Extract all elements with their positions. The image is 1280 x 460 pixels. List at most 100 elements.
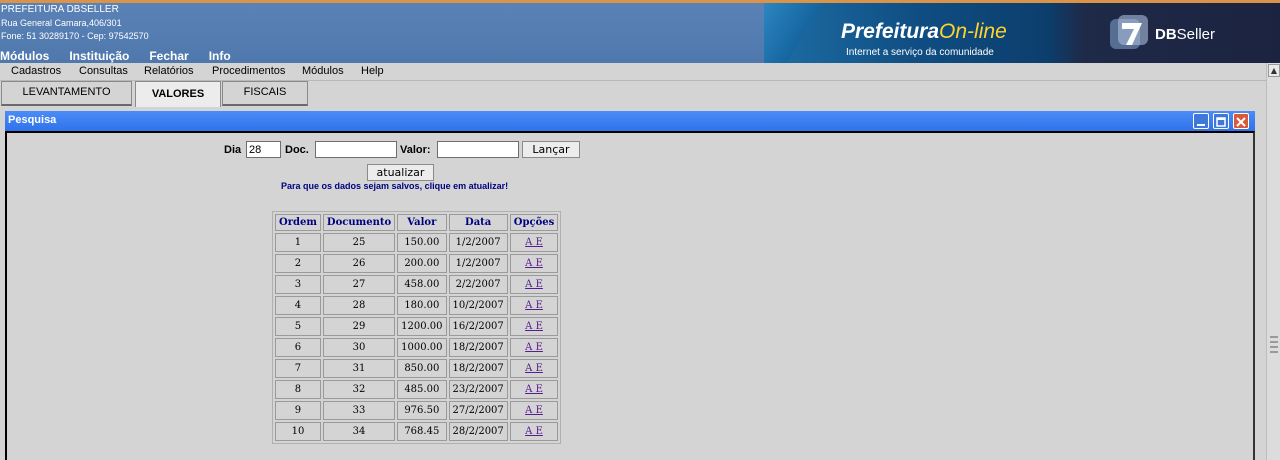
close-icon[interactable]	[1233, 113, 1249, 129]
cell-ordem: 6	[275, 338, 321, 357]
table-row: 3 27 458.00 2/2/2007 A E	[275, 275, 559, 294]
cell-ordem: 3	[275, 275, 321, 294]
table-row: 7 31 850.00 18/2/2007 A E	[275, 359, 559, 378]
excluir-link[interactable]: E	[536, 279, 543, 290]
pesquisa-window: Pesquisa	[5, 111, 1255, 460]
scroll-up-arrow-icon[interactable]: ▲	[1268, 64, 1280, 77]
dia-input[interactable]	[246, 141, 281, 158]
cell-ordem: 4	[275, 296, 321, 315]
tab-valores[interactable]: VALORES	[135, 81, 221, 107]
org-address: Rua General Camara,406/301	[1, 18, 122, 28]
banner-swoosh	[764, 3, 824, 63]
cell-data: 27/2/2007	[448, 401, 508, 420]
col-valor: Valor	[397, 214, 447, 231]
cell-opcoes: A E	[509, 254, 559, 273]
nav-modulos[interactable]: Módulos	[0, 49, 49, 63]
top-nav: Módulos Instituição Fechar Info	[0, 49, 251, 63]
cell-ordem: 10	[275, 422, 321, 441]
excluir-link[interactable]: E	[536, 384, 543, 395]
valores-table: Ordem Documento Valor Data Opções 1 25 150…	[272, 211, 562, 444]
cell-opcoes: A E	[509, 359, 559, 378]
table-body: 1 25 150.00 1/2/2007 A E 2 26 200.00 1/2/2007 …	[275, 233, 559, 441]
menu-relatorios[interactable]: Relatórios	[144, 65, 194, 77]
nav-fechar[interactable]: Fechar	[149, 49, 188, 63]
cell-data: 28/2/2007	[448, 422, 508, 441]
cell-ordem: 1	[275, 233, 321, 252]
excluir-link[interactable]: E	[536, 237, 543, 248]
cell-data: 1/2/2007	[448, 233, 508, 252]
logo-tagline: Internet a serviço da comunidade	[846, 47, 994, 58]
excluir-link[interactable]: E	[536, 363, 543, 374]
window-title-bar[interactable]: Pesquisa	[5, 111, 1255, 131]
cell-valor: 485.00	[397, 380, 447, 399]
minimize-icon[interactable]	[1193, 113, 1209, 129]
table-row: 2 26 200.00 1/2/2007 A E	[275, 254, 559, 273]
maximize-icon[interactable]	[1213, 113, 1229, 129]
cell-valor: 768.45	[397, 422, 447, 441]
window-body	[5, 131, 1255, 460]
col-documento: Documento	[322, 214, 396, 231]
excluir-link[interactable]: E	[536, 405, 543, 416]
nav-info[interactable]: Info	[209, 49, 231, 63]
cell-opcoes: A E	[509, 338, 559, 357]
col-ordem: Ordem	[275, 214, 321, 231]
cell-ordem: 2	[275, 254, 321, 273]
valor-label: Valor:	[400, 144, 431, 156]
cell-documento: 25	[322, 233, 396, 252]
cell-opcoes: A E	[509, 401, 559, 420]
col-data: Data	[448, 214, 508, 231]
brand-rest: Seller	[1176, 26, 1216, 43]
scroll-grip-icon[interactable]	[1268, 333, 1280, 363]
atualizar-button[interactable]: atualizar	[367, 164, 434, 181]
cell-data: 18/2/2007	[448, 338, 508, 357]
table-row: 8 32 485.00 23/2/2007 A E	[275, 380, 559, 399]
cell-documento: 34	[322, 422, 396, 441]
menu-consultas[interactable]: Consultas	[79, 65, 128, 77]
table-row: 9 33 976.50 27/2/2007 A E	[275, 401, 559, 420]
lancar-button[interactable]: Lançar	[522, 141, 580, 158]
menu-cadastros[interactable]: Cadastros	[11, 65, 61, 77]
cell-data: 10/2/2007	[448, 296, 508, 315]
cell-documento: 29	[322, 317, 396, 336]
doc-input[interactable]	[315, 141, 397, 158]
brand-bold: DB	[1155, 26, 1177, 43]
menu-procedimentos[interactable]: Procedimentos	[212, 65, 285, 77]
logo-suffix: On-line	[939, 20, 1007, 43]
valor-input[interactable]	[437, 141, 519, 158]
excluir-link[interactable]: E	[536, 258, 543, 269]
org-contact: Fone: 51 30289170 - Cep: 97542570	[1, 31, 149, 41]
cell-documento: 26	[322, 254, 396, 273]
prefeitura-online-logo: PrefeituraOn-line	[841, 20, 1007, 44]
table-row: 4 28 180.00 10/2/2007 A E	[275, 296, 559, 315]
cell-opcoes: A E	[509, 380, 559, 399]
cell-data: 23/2/2007	[448, 380, 508, 399]
cell-documento: 32	[322, 380, 396, 399]
cell-documento: 30	[322, 338, 396, 357]
tab-levantamento[interactable]: LEVANTAMENTO	[1, 81, 132, 106]
cell-data: 1/2/2007	[448, 254, 508, 273]
doc-label: Doc.	[285, 144, 309, 156]
menu-modulos[interactable]: Módulos	[302, 65, 344, 77]
excluir-link[interactable]: E	[536, 321, 543, 332]
table-row: 5 29 1200.00 16/2/2007 A E	[275, 317, 559, 336]
cell-opcoes: A E	[509, 233, 559, 252]
menu-help[interactable]: Help	[361, 65, 384, 77]
cell-valor: 1000.00	[397, 338, 447, 357]
cell-valor: 180.00	[397, 296, 447, 315]
cell-ordem: 8	[275, 380, 321, 399]
cell-opcoes: A E	[509, 422, 559, 441]
excluir-link[interactable]: E	[536, 300, 543, 311]
cell-opcoes: A E	[509, 296, 559, 315]
cell-valor: 200.00	[397, 254, 447, 273]
cell-data: 2/2/2007	[448, 275, 508, 294]
cell-documento: 28	[322, 296, 396, 315]
brand-banner: PrefeituraOn-line Internet a serviço da …	[764, 3, 1280, 63]
page-scrollbar[interactable]: ▲	[1266, 63, 1280, 460]
excluir-link[interactable]: E	[536, 342, 543, 353]
nav-instituicao[interactable]: Instituição	[69, 49, 129, 63]
tab-fiscais[interactable]: FISCAIS	[222, 81, 308, 106]
table-row: 6 30 1000.00 18/2/2007 A E	[275, 338, 559, 357]
save-notice: Para que os dados sejam salvos, clique e…	[281, 181, 509, 191]
col-opcoes: Opções	[509, 214, 559, 231]
excluir-link[interactable]: E	[536, 426, 543, 437]
